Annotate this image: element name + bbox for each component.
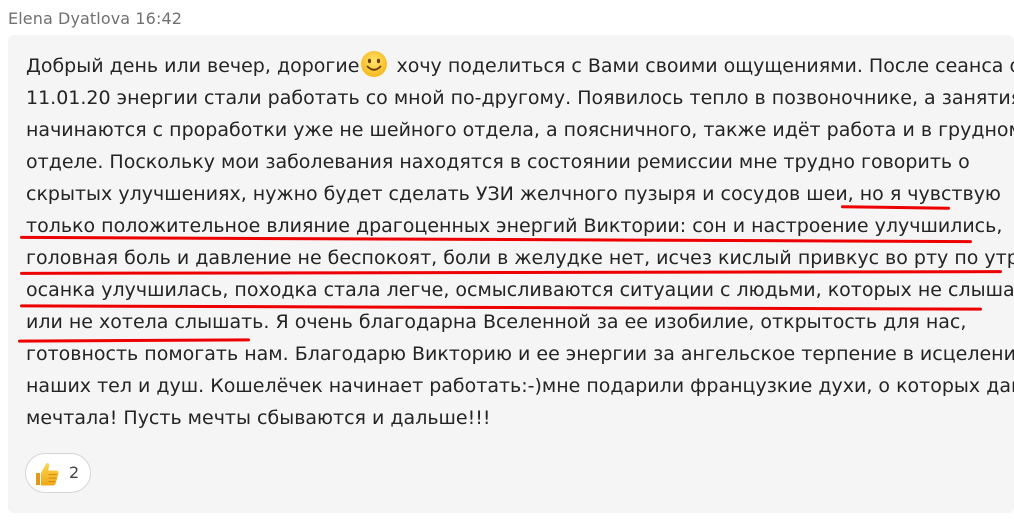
message-line: наших тел и душ. Кошелёчек начинает рабо… bbox=[26, 375, 1014, 397]
message-line: или не хотела слышать. Я очень благодарн… bbox=[26, 311, 967, 333]
message-line: 11.01.20 энергии стали работать со мной … bbox=[26, 87, 1014, 109]
message-header: Elena Dyatlova 16:42 bbox=[8, 9, 182, 28]
message-line: готовность помогать нам. Благодарю Викто… bbox=[26, 343, 1014, 365]
message-line: мечтала! Пусть мечты сбываются и дальше!… bbox=[26, 407, 491, 429]
smiling-face-emoji-icon bbox=[361, 51, 388, 77]
reaction-count: 2 bbox=[69, 463, 80, 482]
author-name[interactable]: Elena Dyatlova bbox=[8, 9, 130, 28]
message-line: головная боль и давление не беспокоят, б… bbox=[26, 247, 1014, 269]
message-line: Добрый день или вечер, дорогие хочу поде… bbox=[26, 50, 1014, 82]
message-line: начинаются с проработки уже не шейного о… bbox=[26, 119, 1014, 141]
message-time: 16:42 bbox=[135, 9, 183, 28]
message-line: отделе. Поскольку мои заболевания находя… bbox=[26, 151, 970, 173]
message-line: осанка улучшилась, походка стала легче, … bbox=[26, 279, 1014, 301]
thumbs-up-icon bbox=[36, 463, 59, 486]
like-reaction-button[interactable]: 2 bbox=[25, 453, 91, 493]
